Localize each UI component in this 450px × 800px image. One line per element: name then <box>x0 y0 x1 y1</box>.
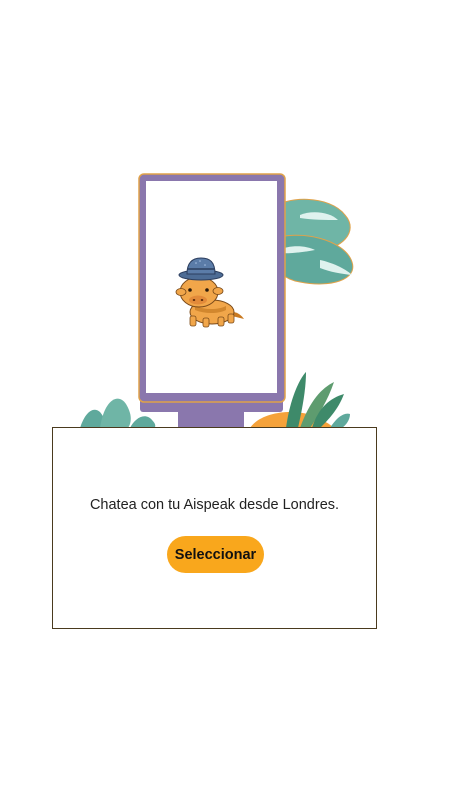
frame-stand <box>178 410 244 428</box>
card-message: Chatea con tu Aispeak desde Londres. <box>89 497 340 513</box>
screen: Chatea con tu Aispeak desde Londres. Sel… <box>0 0 450 800</box>
select-button[interactable]: Seleccionar <box>167 536 264 573</box>
illustration-scene <box>80 173 354 428</box>
location-card: Chatea con tu Aispeak desde Londres. Sel… <box>52 427 377 629</box>
